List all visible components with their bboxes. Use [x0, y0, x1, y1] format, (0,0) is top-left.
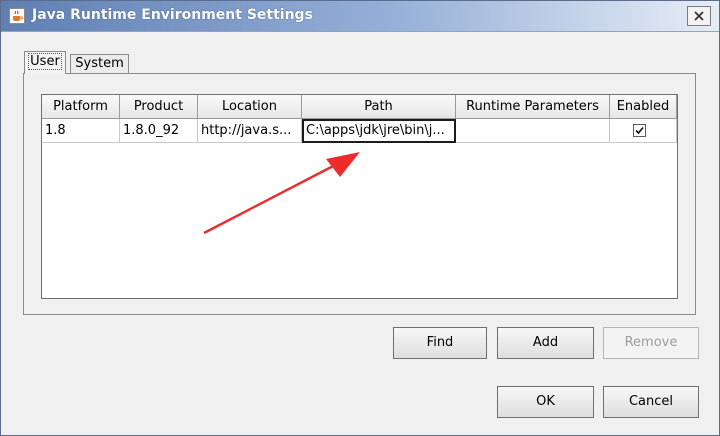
cell-runtime-parameters[interactable]: [456, 119, 610, 143]
column-header-runtime-parameters[interactable]: Runtime Parameters: [456, 95, 610, 119]
tab-user-label: User: [28, 53, 62, 70]
add-button[interactable]: Add: [497, 327, 594, 359]
jre-table: Platform Product Location Path Runtime P…: [41, 94, 678, 299]
checkmark-icon: [635, 126, 644, 135]
column-header-location[interactable]: Location: [198, 95, 302, 119]
close-button[interactable]: [687, 6, 711, 26]
cell-location[interactable]: http://java.s...: [198, 119, 302, 143]
remove-button[interactable]: Remove: [603, 327, 699, 359]
java-cup-icon: [9, 8, 25, 24]
enabled-checkbox[interactable]: [633, 124, 646, 137]
cell-enabled: [610, 119, 677, 143]
cell-product[interactable]: 1.8.0_92: [120, 119, 198, 143]
title-bar[interactable]: Java Runtime Environment Settings: [1, 1, 719, 32]
dialog-window: Java Runtime Environment Settings User S…: [0, 0, 720, 436]
find-button[interactable]: Find: [393, 327, 487, 359]
column-header-path[interactable]: Path: [302, 95, 456, 119]
close-icon: [694, 11, 704, 21]
column-header-product[interactable]: Product: [120, 95, 198, 119]
cell-platform[interactable]: 1.8: [42, 119, 120, 143]
cell-path-editing[interactable]: C:\apps\jdk\jre\bin\j...: [302, 119, 456, 143]
tab-system[interactable]: System: [70, 54, 129, 74]
column-header-platform[interactable]: Platform: [42, 95, 120, 119]
tab-system-label: System: [75, 56, 124, 71]
window-title: Java Runtime Environment Settings: [32, 7, 313, 23]
ok-button[interactable]: OK: [497, 386, 594, 418]
column-header-enabled[interactable]: Enabled: [610, 95, 677, 119]
cancel-button[interactable]: Cancel: [603, 386, 699, 418]
tab-user[interactable]: User: [24, 51, 66, 74]
